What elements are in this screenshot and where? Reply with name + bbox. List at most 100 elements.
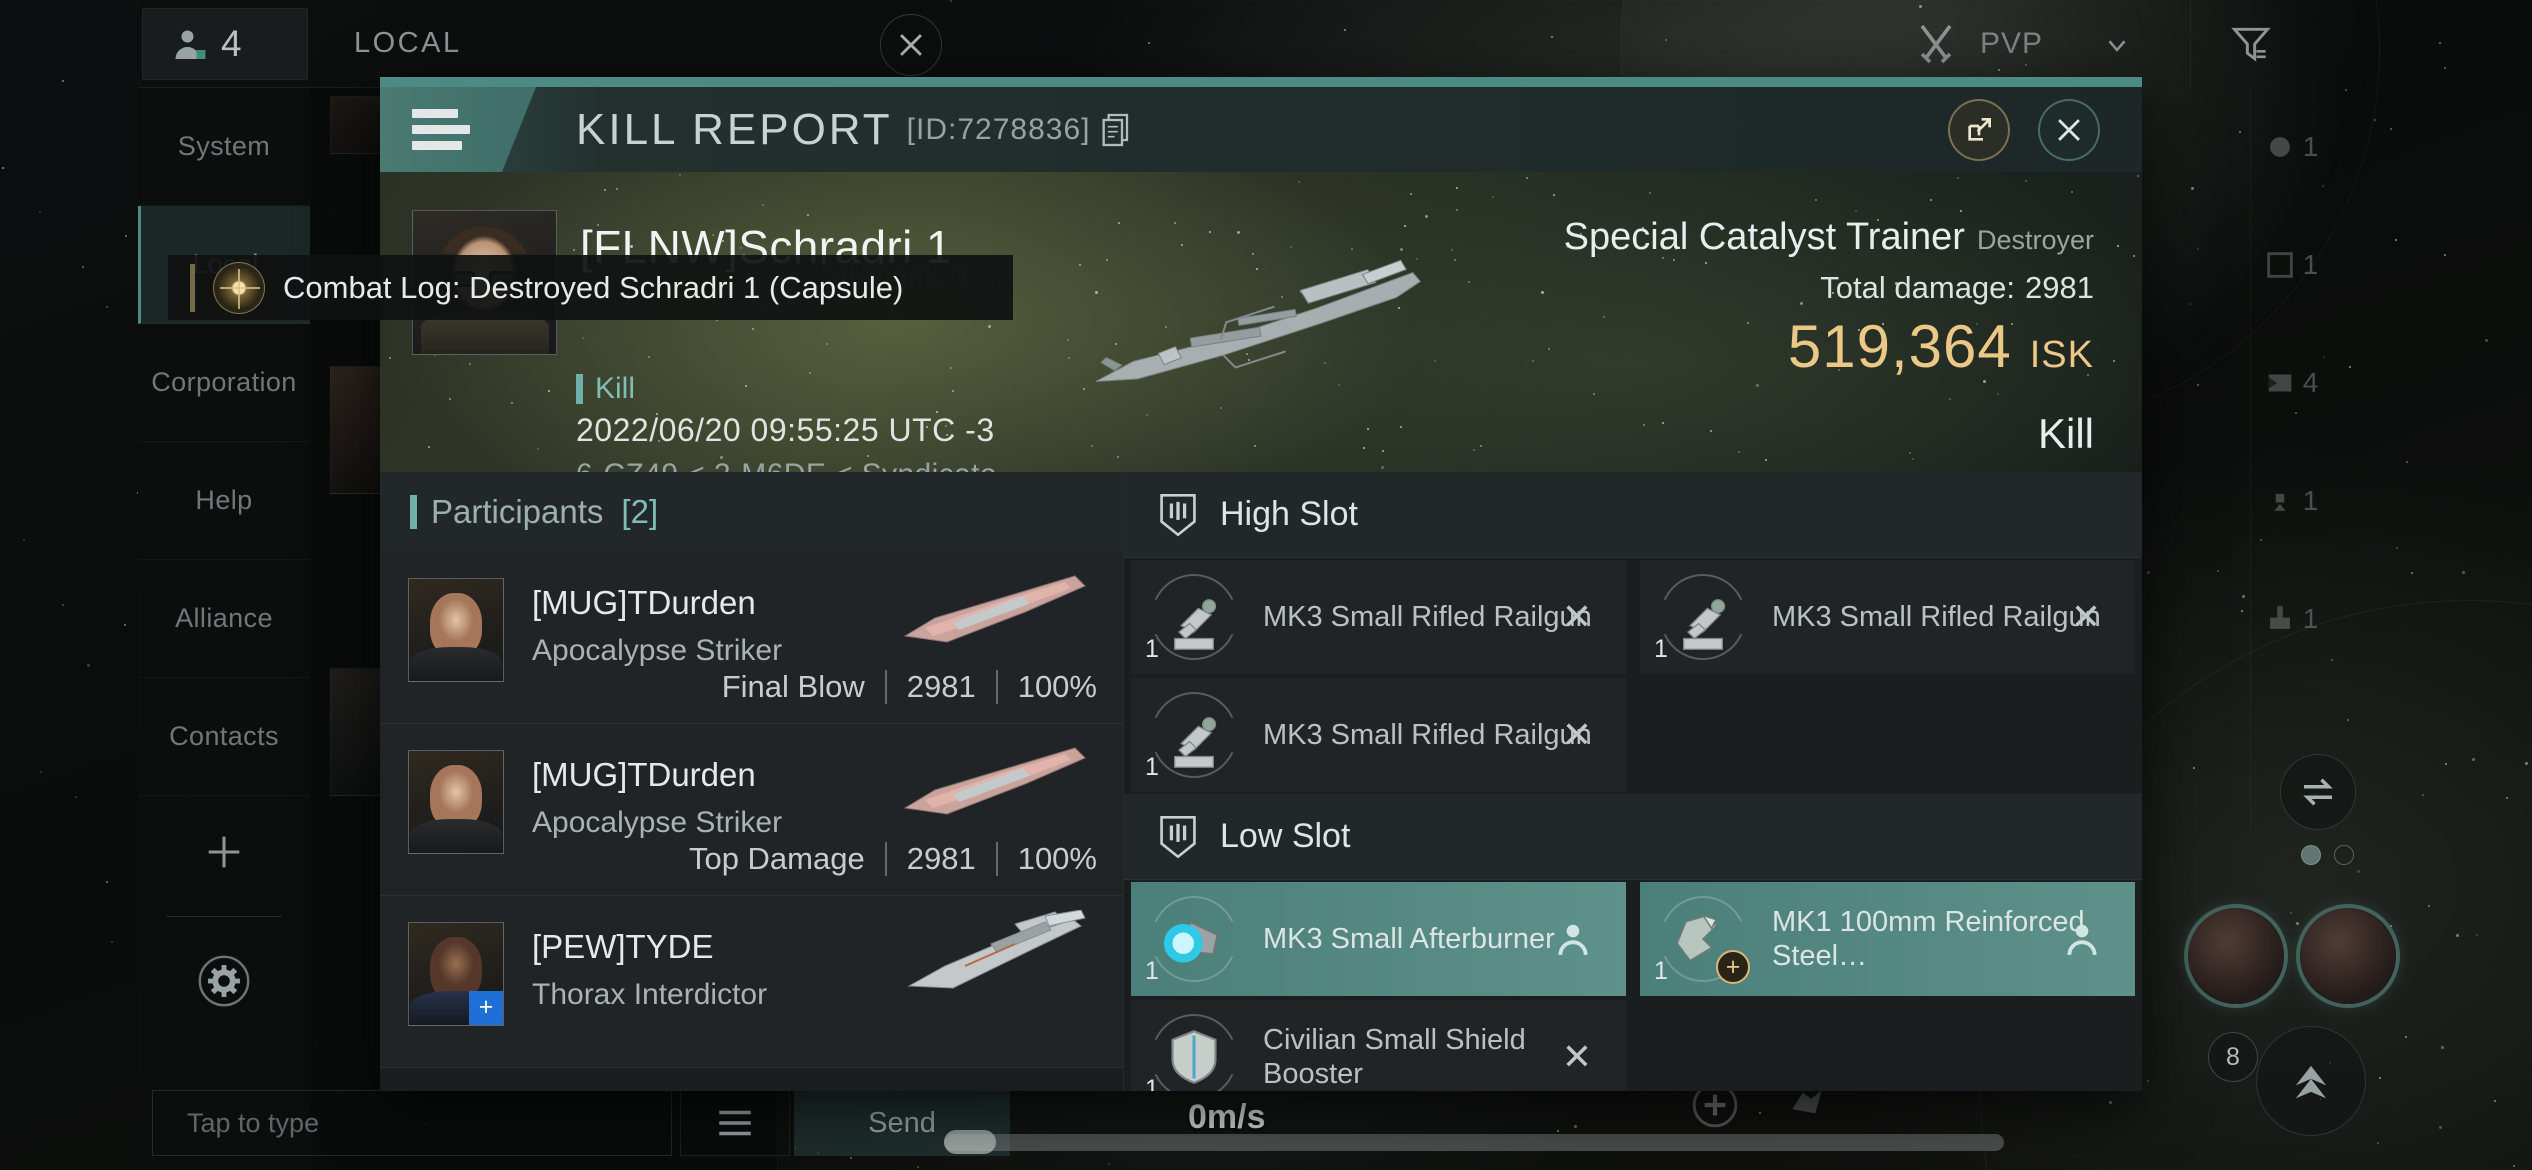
throttle-knob[interactable] — [944, 1130, 996, 1154]
nav-divider — [166, 916, 282, 917]
module-ring — [1151, 574, 1237, 660]
sidebar-item-alliance[interactable]: Alliance — [138, 560, 310, 678]
rail-item-beacon[interactable]: 1 — [2251, 442, 2330, 560]
rail-item-structure[interactable]: 1 — [2251, 560, 2330, 678]
local-count-value: 4 — [221, 22, 243, 64]
structure-icon — [2269, 606, 2290, 629]
status-badge: Kill — [576, 372, 635, 406]
swap-weapons-button[interactable] — [2280, 754, 2356, 830]
module-entry[interactable]: + 1 MK1 100mm Reinforced Steel… — [1640, 882, 2135, 996]
participant-stats: Top Damage 2981 100% — [689, 841, 1097, 877]
participant-name: [PEW]TYDE — [532, 928, 714, 965]
slot-item-cell[interactable]: 1 MK3 Small Rifled Railgun ✕ — [1124, 558, 1633, 676]
victim-ship-name: Special Catalyst Trainer Destroyer — [1564, 216, 2094, 259]
chat-settings-button[interactable] — [138, 925, 310, 1037]
participant-body — [410, 647, 502, 681]
modal-accent-line — [380, 77, 2142, 87]
share-button[interactable] — [1948, 99, 2010, 161]
tooltip-text: Combat Log: Destroyed Schradri 1 (Capsul… — [283, 269, 904, 305]
slot-item-cell[interactable]: 1 MK3 Small Rifled Railgun ✕ — [1633, 558, 2142, 676]
railgun-icon: 1 — [1145, 574, 1237, 663]
low-slot-grid: 1 MK3 Small Afterburner + 1 MK1 100mm Re… — [1124, 880, 2142, 1091]
beacon-icon — [2274, 493, 2286, 511]
module-entry[interactable]: 1 MK3 Small Rifled Railgun ✕ — [1131, 560, 1626, 674]
participants-panel: Participants [2] [MUG]TDurden Apocalypse… — [380, 472, 1124, 1091]
sidebar-item-label: System — [177, 131, 271, 161]
status-accent — [576, 374, 583, 404]
slot-item-cell[interactable]: 1 MK3 Small Rifled Railgun ✕ — [1124, 676, 1633, 794]
sidebar-item-contacts[interactable]: Contacts — [138, 678, 310, 796]
table-row[interactable]: [MUG]TDurden Apocalypse Striker Top Dama… — [380, 724, 1123, 896]
rail-count: 1 — [2302, 603, 2319, 634]
close-button[interactable] — [2038, 99, 2100, 161]
slot-item-cell[interactable]: + 1 MK1 100mm Reinforced Steel… — [1633, 880, 2142, 998]
drone-launch-button[interactable] — [2256, 1026, 2366, 1136]
sidebar-item-label: Corporation — [151, 367, 297, 397]
drone-slot-1[interactable] — [2188, 908, 2284, 1004]
station-icon — [2266, 252, 2293, 278]
hud-page-dot-active[interactable] — [2301, 845, 2321, 865]
table-row[interactable]: + [PEW]TYDE Thorax Interdictor — [380, 896, 1123, 1068]
person-icon — [2067, 924, 2097, 956]
avatar: + — [408, 922, 504, 1026]
sidebar-item-system[interactable]: System — [138, 88, 310, 206]
copy-icon[interactable] — [1102, 113, 1132, 147]
rail-count: 4 — [2302, 367, 2319, 398]
x-icon: ✕ — [1561, 714, 1592, 755]
total-damage: Total damage: 2981 — [1810, 270, 2094, 306]
boost-up-icon — [2295, 1065, 2327, 1099]
chat-menu-button[interactable] — [680, 1090, 790, 1156]
throttle-slider[interactable] — [944, 1134, 2004, 1151]
chat-channel-nav: System Local Corporation Help Alliance C… — [138, 88, 310, 1170]
gate-icon — [2268, 374, 2292, 392]
module-name: MK3 Small Rifled Railgun — [1772, 601, 2101, 633]
kill-timestamp: 2022/06/20 09:55:25 UTC -3 — [576, 412, 995, 448]
modal-menu-button[interactable] — [380, 87, 536, 172]
afterburner-icon: 1 — [1145, 896, 1237, 985]
sidebar-item-corporation[interactable]: Corporation — [138, 324, 310, 442]
isk-value: 519,364 ISK — [1788, 312, 2094, 381]
tooltip-accent — [190, 263, 195, 312]
participant-damage: 2981 — [906, 841, 976, 876]
table-row[interactable]: [MUG]TDurden Apocalypse Striker Final Bl… — [380, 552, 1123, 724]
hamburger-icon — [719, 1110, 751, 1136]
rail-item-gate[interactable]: 4 — [2251, 324, 2330, 442]
module-entry[interactable]: 1 MK3 Small Rifled Railgun ✕ — [1131, 678, 1626, 792]
chat-input[interactable]: Tap to type — [152, 1090, 672, 1156]
kill-report-modal: KILL REPORT [ID:7278836] [FLNW]Schradri … — [380, 77, 2142, 1091]
add-channel-button[interactable] — [138, 796, 310, 908]
divider — [884, 842, 887, 876]
slot-item-cell-empty — [1633, 998, 2142, 1091]
participant-role: Final Blow — [721, 669, 865, 704]
slot-title: Low Slot — [1220, 817, 1351, 855]
slot-item-cell[interactable]: 1 MK3 Small Afterburner — [1124, 880, 1633, 998]
crossed-swords-icon — [1920, 24, 1952, 64]
participant-role: Top Damage — [688, 841, 865, 876]
sun-icon — [2269, 137, 2290, 157]
module-quantity: 1 — [1654, 957, 1668, 985]
pvp-mode-selector[interactable]: PVP — [1888, 0, 2158, 88]
module-entry[interactable]: 1 MK3 Small Rifled Railgun ✕ — [1640, 560, 2135, 674]
total-damage-value: 2981 — [2025, 270, 2094, 305]
participant-name: [MUG]TDurden — [532, 584, 756, 621]
isk-unit: ISK — [2029, 334, 2094, 376]
filter-button[interactable] — [2190, 0, 2310, 88]
send-label: Send — [868, 1106, 936, 1139]
module-ring — [1151, 1014, 1237, 1091]
sidebar-item-help[interactable]: Help — [138, 442, 310, 560]
isk-number: 519,364 — [1787, 313, 2012, 380]
module-ring — [1660, 574, 1746, 660]
chat-close-button[interactable] — [880, 14, 942, 76]
local-pilot-count[interactable]: 4 — [142, 7, 308, 80]
drone-slot-2[interactable] — [2300, 908, 2396, 1004]
modal-header: KILL REPORT [ID:7278836] — [380, 87, 2142, 172]
rail-item-station[interactable]: 1 — [2251, 206, 2330, 324]
rail-item-sun[interactable]: 1 — [2251, 88, 2330, 206]
plus-icon — [208, 836, 240, 868]
kill-id-label: [ID:7278836] — [906, 112, 1091, 146]
module-entry[interactable]: 1 Civilian Small Shield Booster ✕ — [1131, 1000, 1626, 1091]
module-entry[interactable]: 1 MK3 Small Afterburner — [1131, 882, 1626, 996]
add-contact-icon[interactable]: + — [469, 991, 503, 1025]
hud-page-dot[interactable] — [2334, 845, 2354, 865]
slot-item-cell[interactable]: 1 Civilian Small Shield Booster ✕ — [1124, 998, 1633, 1091]
